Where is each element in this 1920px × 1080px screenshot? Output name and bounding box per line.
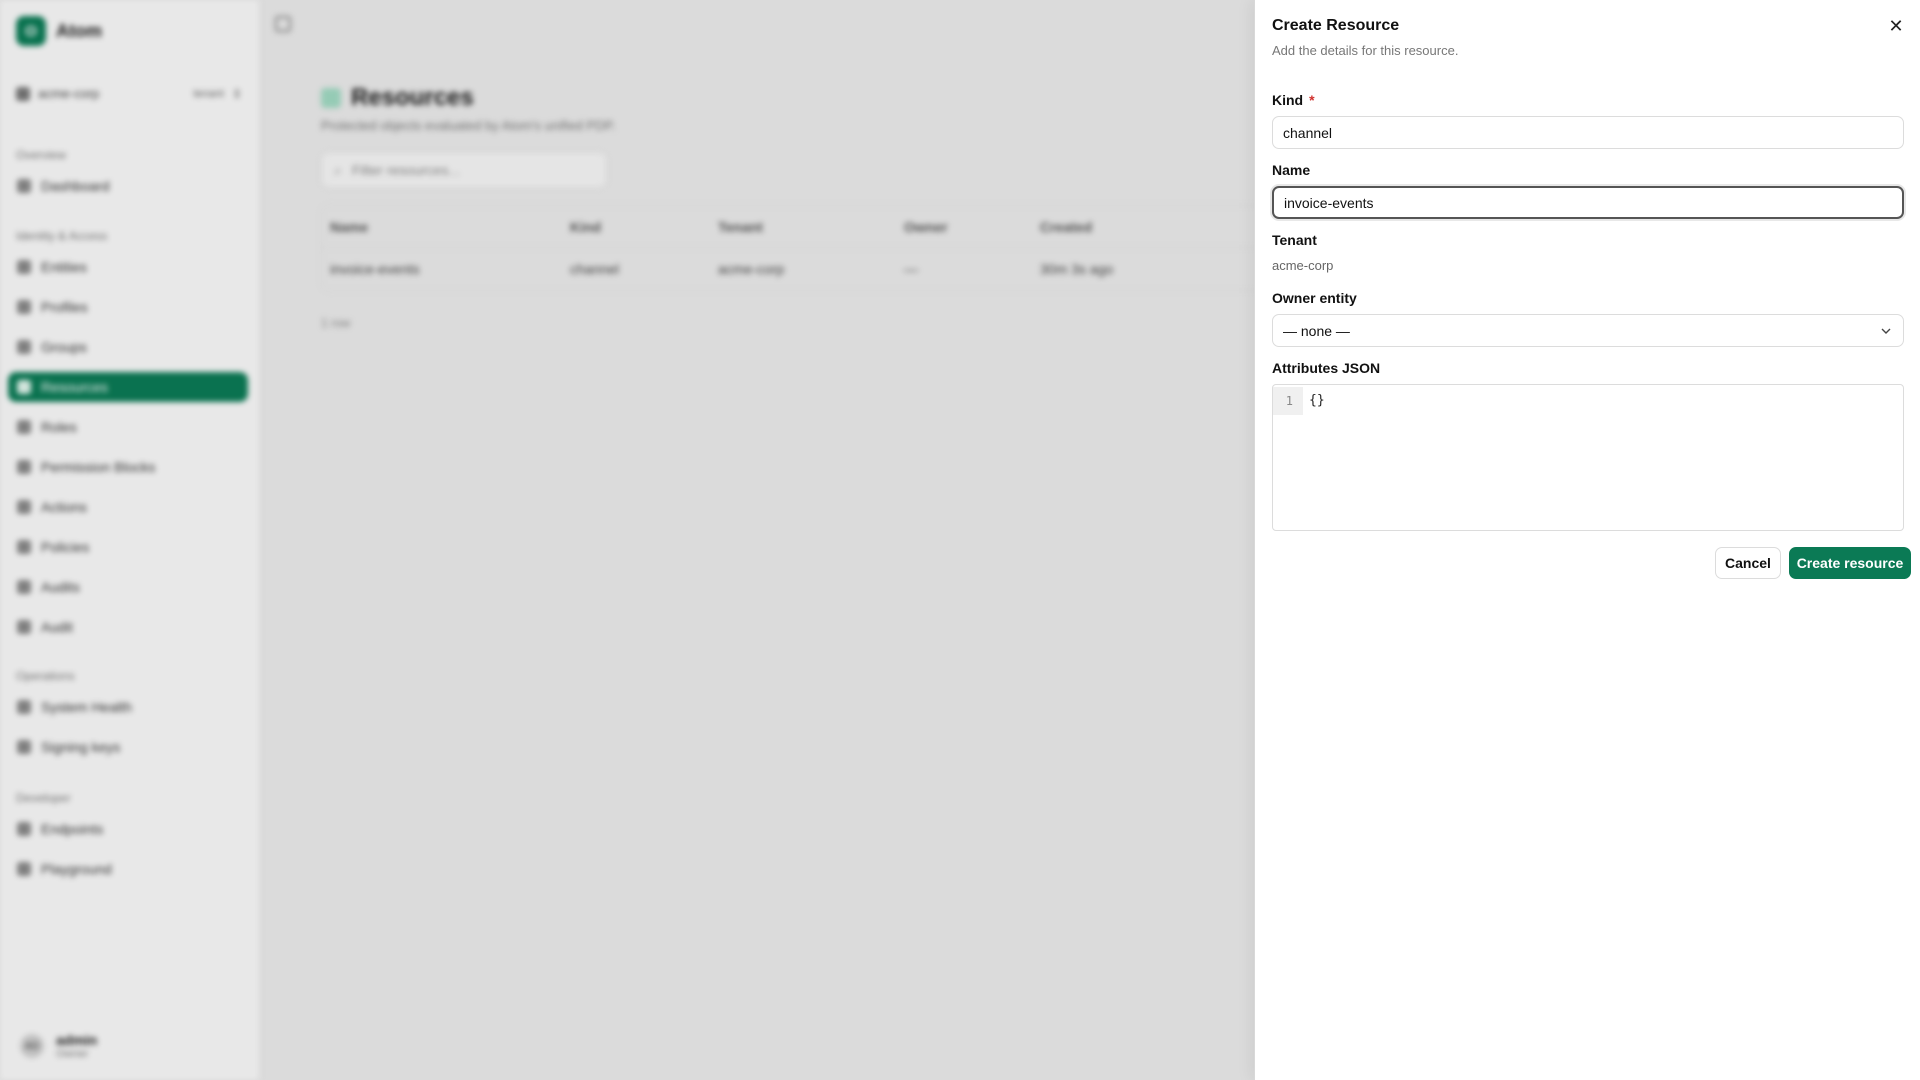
tenant-value: acme-corp <box>1272 258 1334 273</box>
drawer-title: Create Resource <box>1272 17 1400 34</box>
required-mark: * <box>1309 92 1315 108</box>
attributes-json-editor[interactable]: 1 {} <box>1272 384 1904 531</box>
name-input[interactable] <box>1272 186 1904 219</box>
kind-label: Kind * <box>1272 92 1315 108</box>
kind-input[interactable] <box>1272 116 1904 149</box>
name-label: Name <box>1272 162 1311 178</box>
create-resource-drawer: Create Resource Add the details for this… <box>1254 0 1920 1080</box>
create-resource-button[interactable]: Create resource <box>1789 547 1911 579</box>
kind-label-text: Kind <box>1272 92 1304 108</box>
cancel-button[interactable]: Cancel <box>1715 547 1781 579</box>
close-icon[interactable]: ✕ <box>1884 14 1908 38</box>
owner-entity-select[interactable]: — none — <box>1272 314 1904 347</box>
chevron-down-icon <box>1881 328 1891 334</box>
line-number: 1 <box>1273 387 1303 415</box>
tenant-label: Tenant <box>1272 232 1317 248</box>
attributes-json-label: Attributes JSON <box>1272 360 1381 376</box>
owner-entity-label: Owner entity <box>1272 290 1357 306</box>
drawer-subtitle: Add the details for this resource. <box>1272 43 1459 58</box>
attributes-json-code[interactable]: {} <box>1303 385 1331 530</box>
owner-entity-value: — none — <box>1283 322 1350 339</box>
